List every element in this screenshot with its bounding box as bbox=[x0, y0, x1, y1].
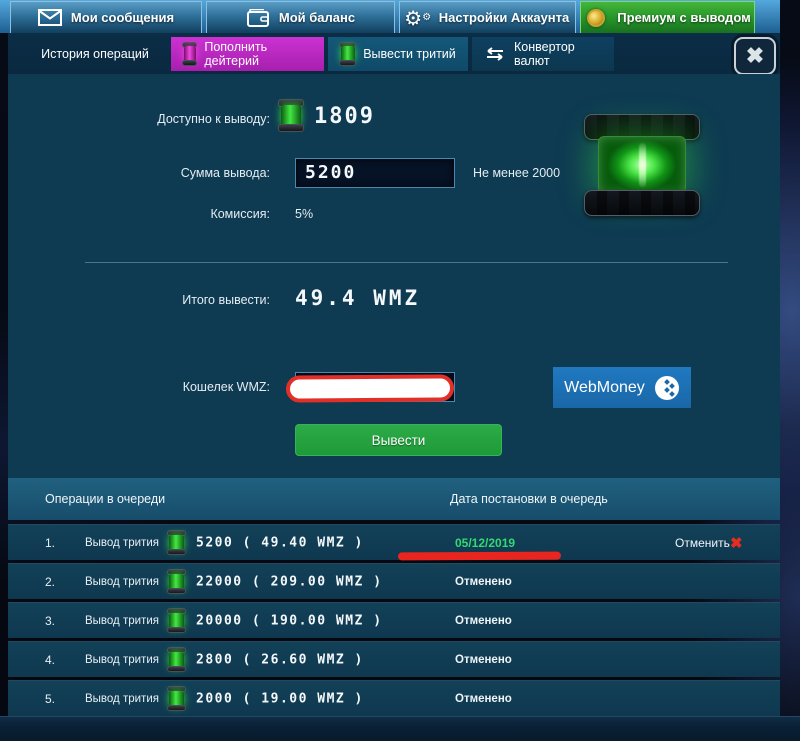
queue-row: 3. Вывод трития 20000 ( 190.00 WMZ ) Отм… bbox=[8, 602, 780, 638]
row-status: Отменено bbox=[455, 615, 512, 627]
queue-row: 4. Вывод трития 2800 ( 26.60 WMZ ) Отмен… bbox=[8, 641, 780, 677]
row-number: 3. bbox=[45, 614, 55, 628]
subtab-currency-converter[interactable]: Конвертор валют bbox=[472, 37, 614, 71]
tab-label: Мой баланс bbox=[279, 10, 355, 25]
queue-row: 2. Вывод трития 22000 ( 209.00 WMZ ) Отм… bbox=[8, 563, 780, 599]
row-number: 2. bbox=[45, 575, 55, 589]
queue-row: 5. Вывод трития 2000 ( 19.00 WMZ ) Отмен… bbox=[8, 680, 780, 716]
tab-my-messages[interactable]: Мои сообщения bbox=[10, 1, 202, 33]
withdraw-label: Вывести bbox=[372, 433, 426, 448]
wallet-redaction-scribble bbox=[286, 374, 454, 402]
commission-value: 5% bbox=[295, 207, 313, 221]
tritium-capsule-icon bbox=[168, 530, 185, 555]
row-type: Вывод трития bbox=[85, 693, 159, 705]
total-value: 49.4 WMZ bbox=[295, 286, 420, 310]
row-number: 5. bbox=[45, 692, 55, 706]
cancel-x-icon[interactable]: ✖ bbox=[730, 534, 743, 552]
medal-icon bbox=[584, 9, 608, 27]
subtab-label: Пополнить дейтерий bbox=[204, 40, 312, 68]
close-button[interactable]: ✖ bbox=[734, 37, 776, 75]
withdraw-button[interactable]: Вывести bbox=[295, 424, 502, 456]
subtab-label: Конвертор валют bbox=[514, 40, 602, 68]
wallet-label: Кошелек WMZ: bbox=[100, 380, 270, 394]
column-operations: Операции в очереди bbox=[45, 492, 165, 506]
bottom-bar bbox=[0, 716, 800, 741]
red-marker-underline bbox=[398, 552, 561, 561]
row-status: Отменено bbox=[455, 693, 512, 705]
gear-icon: ⚙⚙ bbox=[406, 9, 430, 27]
wallet-icon bbox=[246, 9, 270, 27]
amount-label: Сумма вывода: bbox=[100, 166, 270, 180]
tab-label: Мои сообщения bbox=[71, 10, 174, 25]
row-status: Отменено bbox=[455, 576, 512, 588]
subtab-history[interactable]: История операций bbox=[20, 37, 170, 71]
sub-tab-strip: История операций Пополнить дейтерий Выве… bbox=[8, 33, 780, 74]
column-date: Дата постановки в очередь bbox=[450, 492, 608, 506]
tab-account-settings[interactable]: ⚙⚙ Настройки Аккаунта bbox=[399, 1, 576, 33]
subtab-label: История операций bbox=[41, 47, 149, 61]
row-amount: 22000 ( 209.00 WMZ ) bbox=[196, 574, 383, 589]
minimum-hint: Не менее 2000 bbox=[473, 166, 560, 180]
tab-label: Настройки Аккаунта bbox=[439, 10, 570, 25]
tritium-capsule-icon bbox=[168, 569, 185, 594]
row-amount: 2000 ( 19.00 WMZ ) bbox=[196, 691, 364, 706]
close-icon: ✖ bbox=[746, 43, 764, 69]
row-type: Вывод трития bbox=[85, 537, 159, 549]
row-type: Вывод трития bbox=[85, 654, 159, 666]
tritium-capsule-icon bbox=[168, 647, 185, 672]
top-tab-strip: Мои сообщения Мой баланс ⚙⚙ Настройки Ак… bbox=[0, 0, 780, 33]
row-amount: 5200 ( 49.40 WMZ ) bbox=[196, 535, 364, 550]
tab-premium-withdraw[interactable]: Премиум с выводом bbox=[580, 1, 755, 33]
row-number: 1. bbox=[45, 536, 55, 550]
row-number: 4. bbox=[45, 653, 55, 667]
swap-arrows-icon bbox=[484, 47, 506, 61]
webmoney-label: WebMoney bbox=[564, 379, 645, 397]
available-value: 1809 bbox=[314, 104, 375, 129]
queue-header: Операции в очереди Дата постановки в оче… bbox=[8, 478, 780, 520]
row-amount: 20000 ( 190.00 WMZ ) bbox=[196, 613, 383, 628]
available-label: Доступно к выводу: bbox=[100, 112, 270, 126]
tritium-capsule-image bbox=[590, 114, 694, 216]
commission-label: Комиссия: bbox=[100, 207, 270, 221]
tab-my-balance[interactable]: Мой баланс bbox=[206, 1, 395, 33]
row-type: Вывод трития bbox=[85, 576, 159, 588]
row-status-date: 05/12/2019 bbox=[455, 536, 515, 550]
subtab-label: Вывести тритий bbox=[363, 47, 456, 61]
tritium-capsule-icon bbox=[280, 99, 302, 132]
row-amount: 2800 ( 26.60 WMZ ) bbox=[196, 652, 364, 667]
tritium-capsule-icon bbox=[340, 42, 355, 66]
envelope-icon bbox=[38, 9, 62, 27]
tab-label: Премиум с выводом bbox=[617, 10, 750, 25]
subtab-withdraw-tritium[interactable]: Вывести тритий bbox=[328, 37, 468, 71]
row-type: Вывод трития bbox=[85, 615, 159, 627]
webmoney-logo-icon bbox=[654, 375, 680, 401]
queue-row: 1. Вывод трития 5200 ( 49.40 WMZ ) 05/12… bbox=[8, 524, 780, 560]
withdraw-form-panel: Доступно к выводу: 1809 Сумма вывода: 52… bbox=[8, 74, 780, 478]
cancel-link[interactable]: Отменить bbox=[675, 536, 730, 550]
total-label: Итого вывести: bbox=[100, 293, 270, 307]
deuterium-capsule-icon bbox=[183, 42, 196, 66]
webmoney-button[interactable]: WebMoney bbox=[553, 367, 691, 408]
divider bbox=[85, 262, 728, 263]
subtab-topup-deuterium[interactable]: Пополнить дейтерий bbox=[171, 37, 324, 71]
tritium-capsule-icon bbox=[168, 686, 185, 711]
row-status: Отменено bbox=[455, 654, 512, 666]
tritium-capsule-icon bbox=[168, 608, 185, 633]
amount-input[interactable]: 5200 bbox=[295, 158, 455, 188]
